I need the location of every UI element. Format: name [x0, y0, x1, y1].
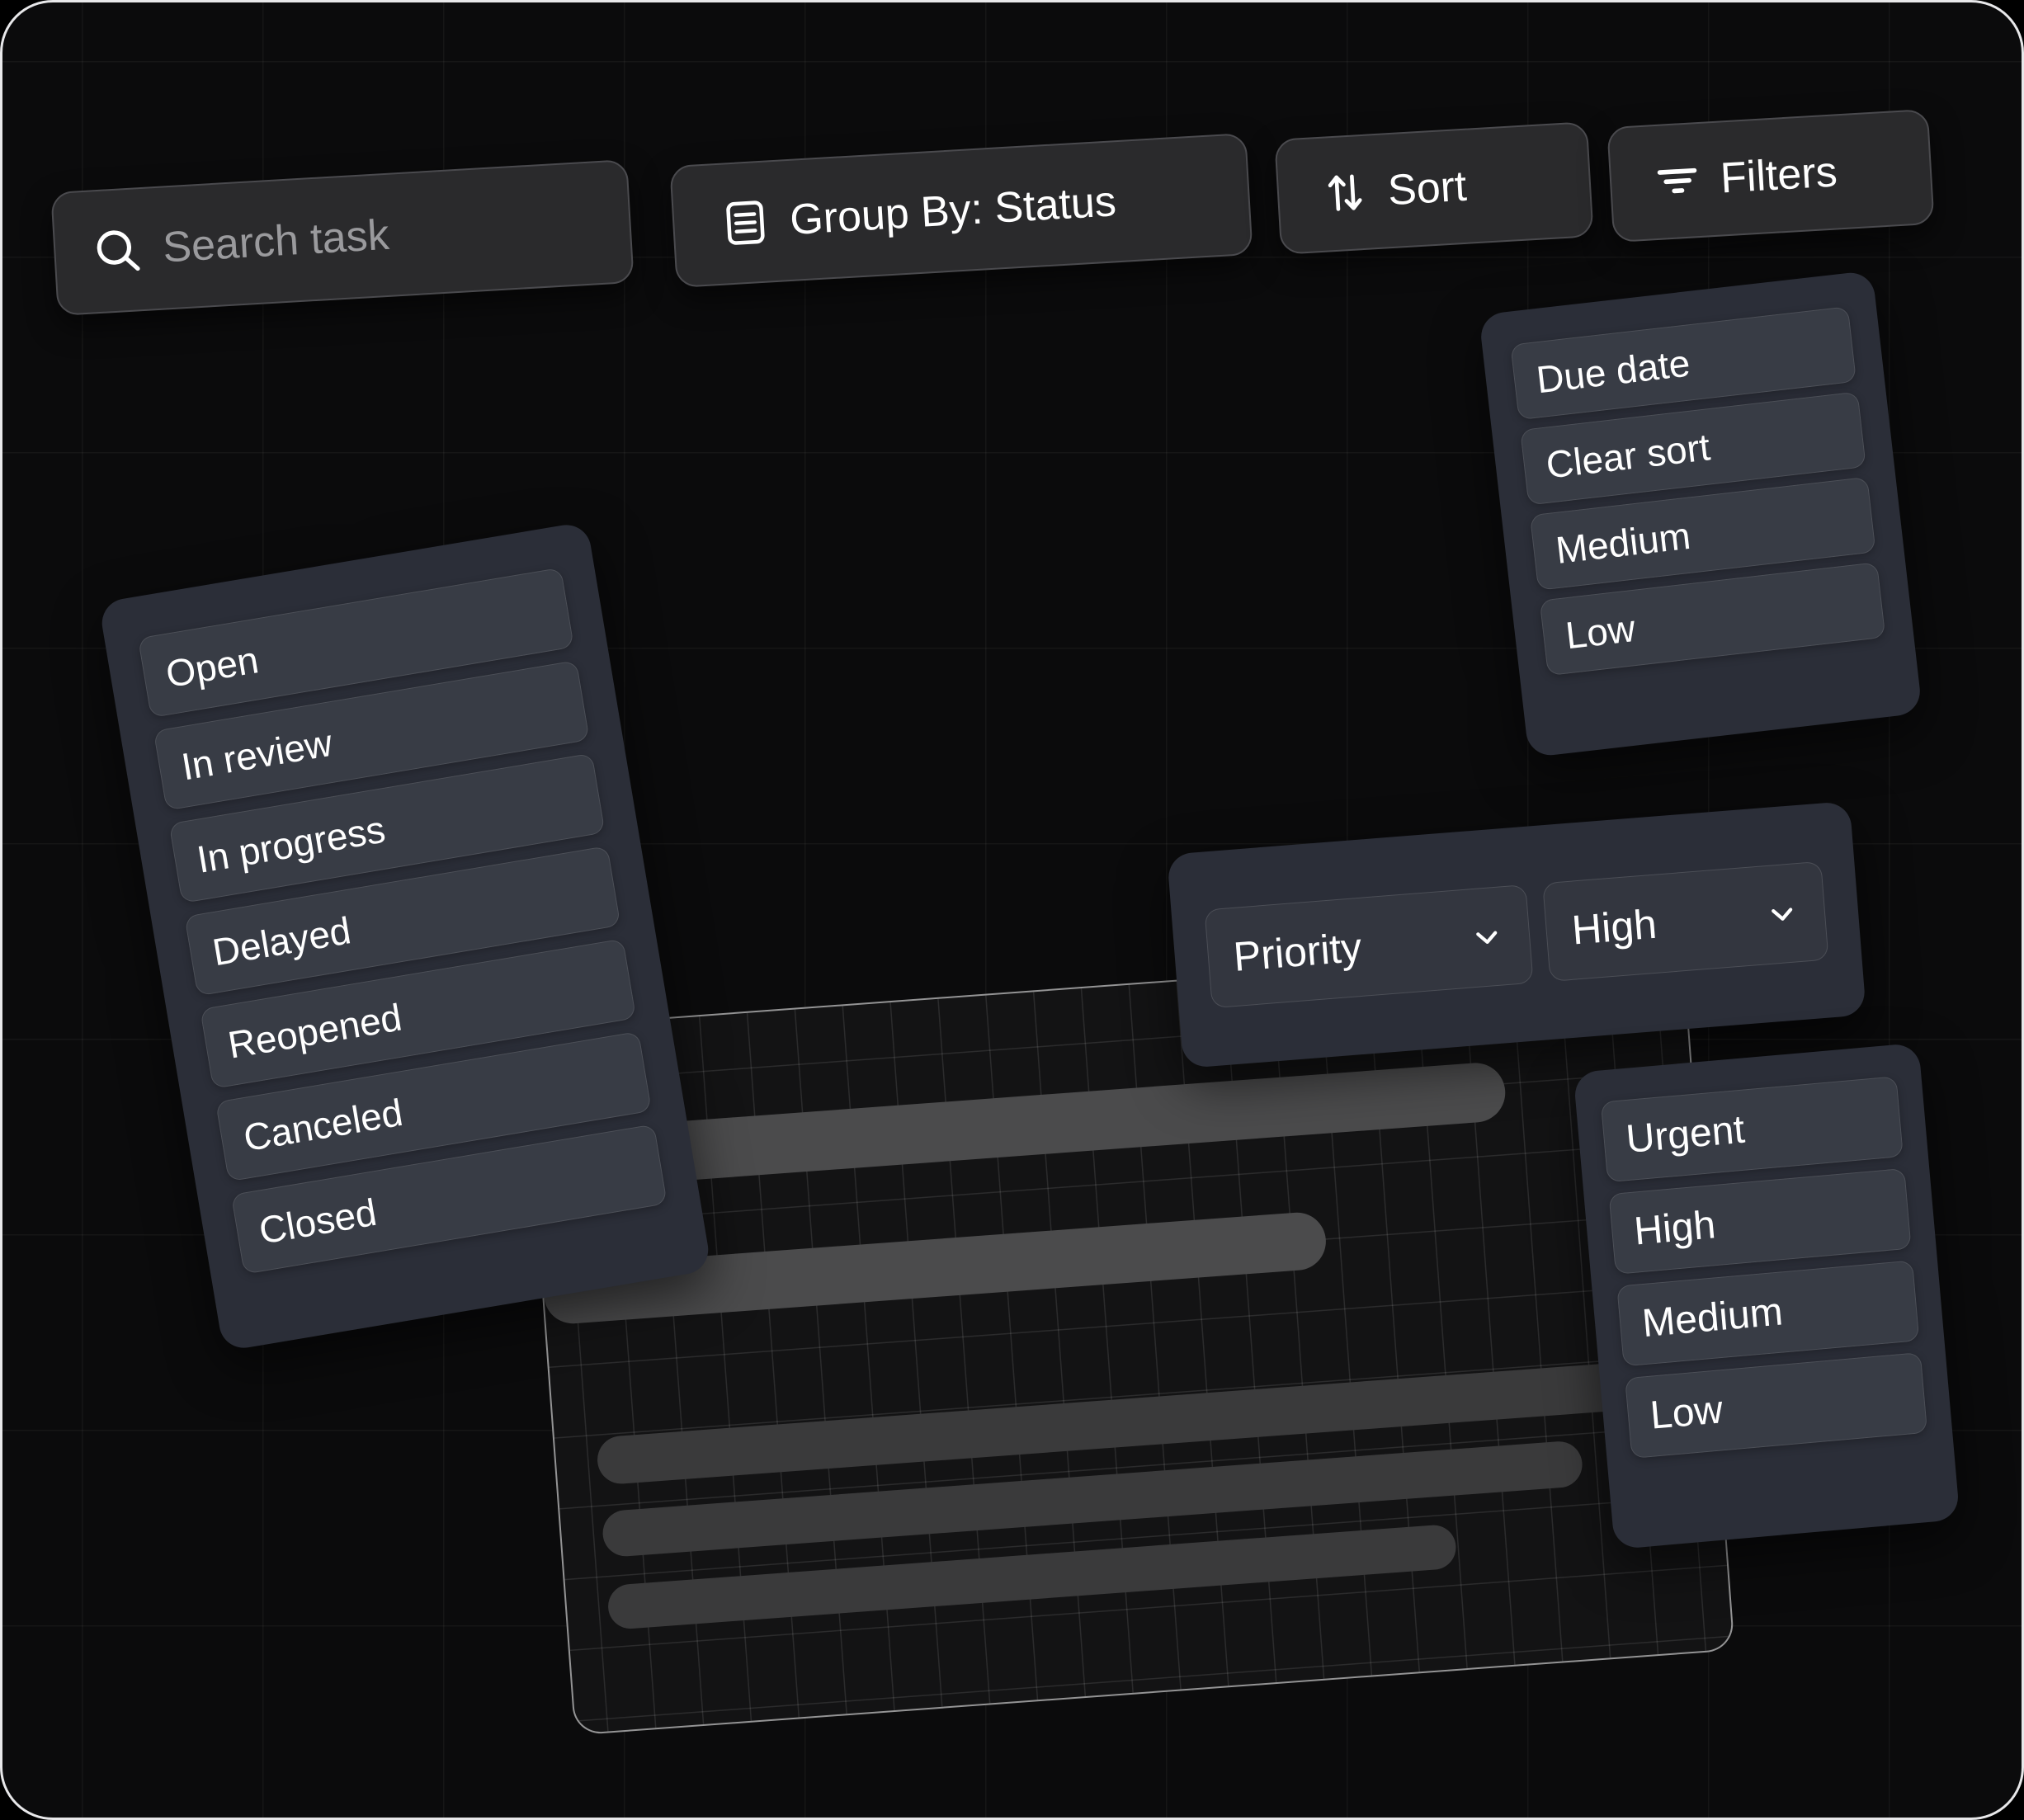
filters-label: Filters [1719, 147, 1838, 203]
search-input[interactable]: Search task [50, 159, 634, 316]
sort-button[interactable]: Sort [1274, 121, 1593, 255]
list-icon [719, 196, 771, 248]
sort-label: Sort [1386, 162, 1468, 215]
priority-option-medium[interactable]: Medium [1616, 1260, 1919, 1366]
group-by-label: Group By: Status [789, 177, 1118, 245]
app-frame: Search task Group By: Status Sort Filter… [0, 0, 2024, 1820]
sort-options-panel: Due date Clear sort Medium Low [1479, 271, 1923, 758]
filter-condition-row: Priority High [1167, 801, 1866, 1068]
priority-option-low[interactable]: Low [1625, 1352, 1927, 1459]
skeleton-task-card [522, 943, 1734, 1736]
priority-options-panel: Urgent High Medium Low [1573, 1043, 1960, 1549]
chevron-down-icon [1469, 918, 1506, 955]
status-options-panel: Open In review In progress Delayed Reope… [98, 521, 712, 1351]
priority-option-high[interactable]: High [1608, 1168, 1911, 1275]
filter-field-select[interactable]: Priority [1204, 884, 1534, 1008]
filter-value-value: High [1570, 900, 1658, 955]
group-by-button[interactable]: Group By: Status [669, 133, 1253, 288]
sort-arrows-icon [1321, 169, 1370, 218]
filter-icon [1654, 157, 1702, 205]
chevron-down-icon [1763, 895, 1800, 932]
priority-option-urgent[interactable]: Urgent [1601, 1076, 1904, 1182]
search-icon [91, 224, 144, 277]
search-placeholder: Search task [162, 210, 391, 273]
filter-field-value: Priority [1232, 923, 1364, 981]
filters-button[interactable]: Filters [1606, 109, 1934, 243]
filter-value-select[interactable]: High [1543, 861, 1829, 982]
